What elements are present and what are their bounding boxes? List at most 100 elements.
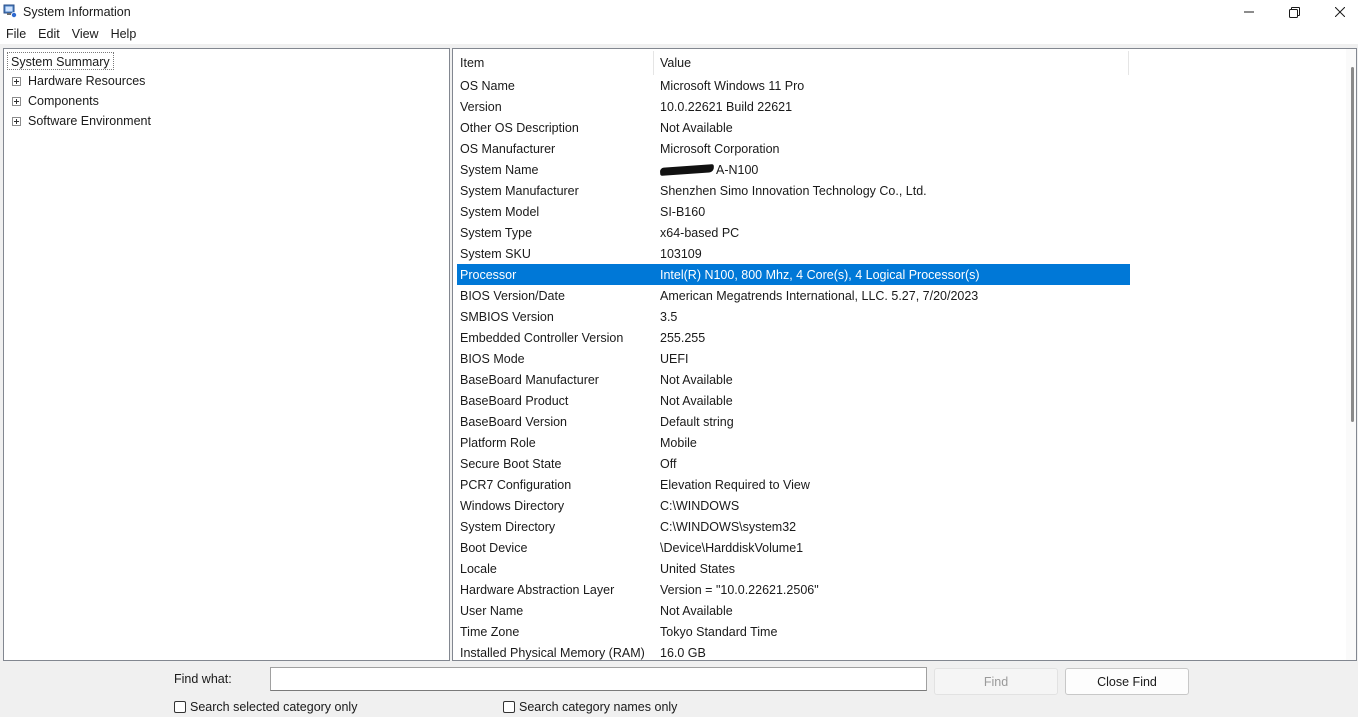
table-row[interactable]: Installed Physical Memory (RAM) 16.0 GB (457, 642, 1130, 660)
row-item: BaseBoard Product (460, 393, 569, 408)
expand-icon[interactable] (12, 76, 21, 86)
table-row[interactable]: System Model SI-B160 (457, 201, 1130, 222)
find-button[interactable]: Find (934, 668, 1058, 695)
row-item: OS Manufacturer (460, 141, 556, 156)
restore-button[interactable] (1271, 0, 1317, 24)
table-row[interactable]: Boot Device \Device\HarddiskVolume1 (457, 537, 1130, 558)
row-item: SMBIOS Version (460, 309, 554, 324)
row-value: Not Available (660, 393, 733, 408)
search-category-names-label: Search category names only (519, 700, 678, 714)
search-category-names-option[interactable]: Search category names only (503, 700, 677, 714)
table-row[interactable]: System Manufacturer Shenzhen Simo Innovat… (457, 180, 1130, 201)
row-item: Installed Physical Memory (RAM) (460, 645, 645, 660)
row-value: 255.255 (660, 330, 706, 345)
table-row[interactable]: System SKU 103109 (457, 243, 1130, 264)
row-item: Other OS Description (460, 120, 579, 135)
table-row[interactable]: Version 10.0.22621 Build 22621 (457, 96, 1130, 117)
tree-item-system-summary[interactable]: System Summary (7, 52, 114, 70)
tree-item-label: Components (28, 94, 99, 108)
row-item: System Type (460, 225, 533, 240)
table-row[interactable]: BaseBoard Manufacturer Not Available (457, 369, 1130, 390)
column-header-item[interactable]: Item (454, 51, 654, 75)
row-item: BIOS Version/Date (460, 288, 565, 303)
table-row[interactable]: PCR7 Configuration Elevation Required to … (457, 474, 1130, 495)
table-row[interactable]: Processor Intel(R) N100, 800 Mhz, 4 Core(… (457, 264, 1130, 285)
row-value: Elevation Required to View (660, 477, 810, 492)
vertical-scrollbar[interactable] (1346, 49, 1356, 660)
table-row[interactable]: BIOS Mode UEFI (457, 348, 1130, 369)
table-row[interactable]: Secure Boot State Off (457, 453, 1130, 474)
row-item: Processor (460, 267, 517, 282)
table-row[interactable]: BaseBoard Version Default string (457, 411, 1130, 432)
row-value: Default string (660, 414, 734, 429)
tree-item-hardware-resources[interactable]: Hardware Resources (12, 72, 145, 90)
table-row[interactable]: Windows Directory C:\WINDOWS (457, 495, 1130, 516)
menu-file[interactable]: File (0, 24, 32, 44)
menu-bar: File Edit View Help (0, 24, 1358, 44)
row-item: PCR7 Configuration (460, 477, 572, 492)
window-title: System Information (23, 5, 131, 19)
table-row[interactable]: Embedded Controller Version 255.255 (457, 327, 1130, 348)
menu-view[interactable]: View (66, 24, 105, 44)
details-list[interactable]: Item Value OS Name Microsoft Windows 11 P… (452, 48, 1357, 661)
table-row[interactable]: BIOS Version/Date American Megatrends Int… (457, 285, 1130, 306)
minimize-button[interactable] (1226, 0, 1272, 24)
row-item: Time Zone (460, 624, 520, 639)
row-value: 10.0.22621 Build 22621 (660, 99, 793, 114)
system-information-icon (3, 4, 17, 18)
row-item: System Name (460, 162, 539, 177)
category-tree[interactable]: System Summary Hardware Resources Compon… (3, 48, 450, 661)
row-item: Version (460, 99, 502, 114)
search-selected-category-option[interactable]: Search selected category only (174, 700, 357, 714)
row-value: 16.0 GB (660, 645, 706, 660)
table-row[interactable]: User Name Not Available (457, 600, 1130, 621)
row-value: Not Available (660, 372, 733, 387)
row-value: Not Available (660, 603, 733, 618)
expand-icon[interactable] (12, 116, 21, 126)
tree-item-label: Hardware Resources (28, 74, 146, 88)
table-row[interactable]: Other OS Description Not Available (457, 117, 1130, 138)
tree-item-software-environment[interactable]: Software Environment (12, 112, 151, 130)
scrollbar-thumb[interactable] (1351, 67, 1354, 422)
table-row[interactable]: System Type x64-based PC (457, 222, 1130, 243)
search-category-names-checkbox[interactable] (503, 701, 515, 713)
close-window-button[interactable] (1317, 0, 1358, 24)
row-item: User Name (460, 603, 524, 618)
row-item: Hardware Abstraction Layer (460, 582, 615, 597)
row-value: C:\WINDOWS\system32 (660, 519, 797, 534)
row-value: C:\WINDOWS (660, 498, 740, 513)
minimize-icon (1244, 11, 1254, 13)
row-value: \Device\HarddiskVolume1 (660, 540, 804, 555)
table-row[interactable]: Hardware Abstraction Layer Version = "10.… (457, 579, 1130, 600)
row-item: Windows Directory (460, 498, 565, 513)
row-item: BaseBoard Version (460, 414, 568, 429)
tree-item-label: Software Environment (28, 114, 151, 128)
row-value: 103109 (660, 246, 702, 261)
table-row[interactable]: BaseBoard Product Not Available (457, 390, 1130, 411)
row-value: United States (660, 561, 736, 576)
table-row[interactable]: Time Zone Tokyo Standard Time (457, 621, 1130, 642)
table-row[interactable]: Locale United States (457, 558, 1130, 579)
menu-edit[interactable]: Edit (32, 24, 66, 44)
table-row[interactable]: OS Name Microsoft Windows 11 Pro (457, 75, 1130, 96)
find-what-input[interactable] (270, 667, 927, 691)
row-value: SI-B160 (660, 204, 706, 219)
tree-item-components[interactable]: Components (12, 92, 99, 110)
close-icon (1335, 7, 1345, 17)
menu-help[interactable]: Help (105, 24, 143, 44)
table-row[interactable]: System Directory C:\WINDOWS\system32 (457, 516, 1130, 537)
search-selected-category-checkbox[interactable] (174, 701, 186, 713)
row-item: Boot Device (460, 540, 528, 555)
table-row[interactable]: System Name A-N100 (457, 159, 1130, 180)
title-bar: System Information (0, 0, 1358, 24)
close-find-button[interactable]: Close Find (1065, 668, 1189, 695)
table-row[interactable]: SMBIOS Version 3.5 (457, 306, 1130, 327)
row-item: OS Name (460, 78, 515, 93)
table-row[interactable]: Platform Role Mobile (457, 432, 1130, 453)
row-item: System Model (460, 204, 540, 219)
row-value: 3.5 (660, 309, 678, 324)
expand-icon[interactable] (12, 96, 21, 106)
row-value: American Megatrends International, LLC. … (660, 288, 979, 303)
column-header-value[interactable]: Value (654, 51, 1129, 75)
table-row[interactable]: OS Manufacturer Microsoft Corporation (457, 138, 1130, 159)
